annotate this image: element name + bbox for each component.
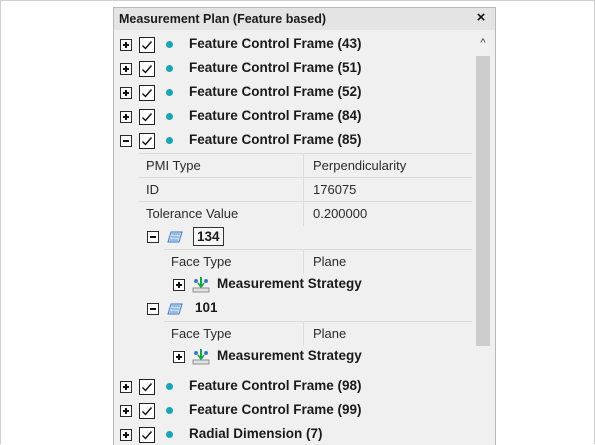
property-value: Plane (313, 254, 347, 269)
tree-node-fcf-52[interactable]: Feature Control Frame (52) (114, 81, 472, 105)
minus-expander-icon[interactable] (147, 303, 159, 315)
tree-node-radial-7[interactable]: Radial Dimension (7) (114, 423, 472, 445)
property-row-pmi-type: PMI Type Perpendicularity (138, 153, 472, 178)
plus-expander-icon[interactable] (120, 63, 132, 75)
property-key: Face Type (171, 254, 232, 269)
tree-node-fcf-85[interactable]: Feature Control Frame (85) (114, 129, 472, 153)
face-label-selected: 134 (193, 227, 224, 246)
tree-node-label: Feature Control Frame (84) (189, 108, 362, 123)
tree-node-label: Feature Control Frame (85) (189, 132, 362, 147)
property-key: PMI Type (146, 158, 201, 173)
plus-expander-icon[interactable] (173, 279, 185, 291)
property-divider (303, 250, 304, 274)
tree-node-fcf-99[interactable]: Feature Control Frame (99) (114, 399, 472, 423)
tree-node-label: Radial Dimension (7) (189, 426, 323, 441)
property-row-face-type: Face Type Plane (164, 249, 472, 274)
plus-expander-icon[interactable] (120, 429, 132, 441)
tree-node-label: Measurement Strategy (217, 276, 362, 291)
minus-expander-icon[interactable] (120, 135, 132, 147)
scroll-up-icon[interactable]: ^ (472, 36, 494, 50)
property-value: Plane (313, 326, 347, 341)
tree-node-fcf-51[interactable]: Feature Control Frame (51) (114, 57, 472, 81)
frame-left-border (0, 0, 1, 444)
plus-expander-icon[interactable] (173, 351, 185, 363)
tree-node-fcf-84[interactable]: Feature Control Frame (84) (114, 105, 472, 129)
panel-title: Measurement Plan (Feature based) (119, 12, 327, 26)
measurement-strategy-icon (192, 277, 210, 293)
feature-dot-icon (166, 41, 173, 48)
scroll-thumb[interactable] (476, 56, 490, 346)
property-key: Tolerance Value (146, 206, 239, 221)
property-row-tolerance: Tolerance Value 0.200000 (138, 201, 472, 226)
tree-node-face-134[interactable]: 134 (114, 225, 472, 249)
tree-node-label: Feature Control Frame (51) (189, 60, 362, 75)
property-row-face-type: Face Type Plane (164, 321, 472, 346)
measurement-strategy-icon (192, 349, 210, 365)
plus-expander-icon[interactable] (120, 405, 132, 417)
tree-node-face-101[interactable]: 101 (114, 297, 472, 321)
feature-dot-icon (166, 65, 173, 72)
vertical-scrollbar[interactable]: ^ (472, 30, 494, 445)
face-label: 101 (195, 300, 218, 315)
plus-expander-icon[interactable] (120, 87, 132, 99)
property-divider (303, 202, 304, 226)
checkbox-checked-icon[interactable] (139, 403, 155, 419)
tree-node-fcf-43[interactable]: Feature Control Frame (43) (114, 33, 472, 57)
panel-title-bar: Measurement Plan (Feature based) × (114, 8, 495, 30)
checkbox-checked-icon[interactable] (139, 427, 155, 443)
tree-node-label: Feature Control Frame (43) (189, 36, 362, 51)
minus-expander-icon[interactable] (147, 231, 159, 243)
property-divider (303, 178, 304, 202)
plus-expander-icon[interactable] (120, 381, 132, 393)
property-value: Perpendicularity (313, 158, 407, 173)
property-key: Face Type (171, 326, 232, 341)
tree-node-label: Feature Control Frame (98) (189, 378, 362, 393)
face-icon (167, 303, 183, 315)
frame-top-border (0, 0, 595, 1)
property-row-id: ID 176075 (138, 177, 472, 202)
plus-expander-icon[interactable] (120, 111, 132, 123)
checkbox-checked-icon[interactable] (139, 109, 155, 125)
property-divider (303, 322, 304, 346)
feature-dot-icon (166, 113, 173, 120)
checkbox-checked-icon[interactable] (139, 379, 155, 395)
checkbox-checked-icon[interactable] (139, 85, 155, 101)
property-value: 0.200000 (313, 206, 368, 221)
checkbox-checked-icon[interactable] (139, 133, 155, 149)
tree-node-label: Measurement Strategy (217, 348, 362, 363)
checkbox-checked-icon[interactable] (139, 61, 155, 77)
feature-dot-icon (166, 89, 173, 96)
property-divider (303, 154, 304, 178)
face-icon (167, 231, 183, 243)
checkbox-checked-icon[interactable] (139, 37, 155, 53)
tree-node-label: Feature Control Frame (99) (189, 402, 362, 417)
tree-node-fcf-98[interactable]: Feature Control Frame (98) (114, 375, 472, 399)
property-value: 176075 (313, 182, 357, 197)
measurement-plan-panel: Measurement Plan (Feature based) × Featu… (113, 7, 496, 445)
plus-expander-icon[interactable] (120, 39, 132, 51)
close-icon[interactable]: × (473, 9, 489, 27)
feature-dot-icon (166, 407, 173, 414)
tree-node-label: Feature Control Frame (52) (189, 84, 362, 99)
tree-node-measurement-strategy-101[interactable]: Measurement Strategy (114, 345, 472, 369)
property-key: ID (146, 182, 159, 197)
feature-dot-icon (166, 383, 173, 390)
feature-dot-icon (166, 431, 173, 438)
tree-node-measurement-strategy-134[interactable]: Measurement Strategy (114, 273, 472, 297)
feature-dot-icon (166, 137, 173, 144)
